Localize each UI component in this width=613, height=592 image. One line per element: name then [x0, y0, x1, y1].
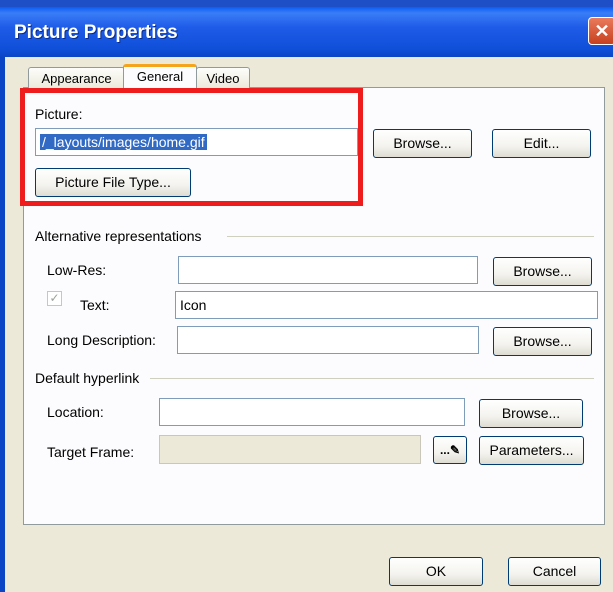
close-button[interactable]: ✕: [588, 17, 613, 45]
title-bar: Picture Properties: [0, 7, 613, 57]
window-title: Picture Properties: [14, 22, 178, 43]
long-description-label: Long Description:: [47, 332, 156, 348]
location-field[interactable]: [159, 398, 465, 426]
text-field[interactable]: Icon: [175, 291, 598, 319]
text-checkbox[interactable]: ✓: [47, 291, 62, 306]
tab-video[interactable]: Video: [196, 67, 250, 89]
picture-edit-button[interactable]: Edit...: [492, 129, 591, 158]
lowres-label: Low-Res:: [47, 262, 107, 278]
target-frame-field[interactable]: [159, 435, 421, 464]
background-window-strip: [0, 0, 613, 7]
tab-general[interactable]: General: [123, 64, 197, 88]
pencil-icon: ...✎: [439, 443, 461, 457]
alternative-section-divider: [227, 236, 594, 237]
cancel-button[interactable]: Cancel: [508, 557, 601, 586]
location-browse-button[interactable]: Browse...: [479, 399, 583, 428]
lowres-browse-button[interactable]: Browse...: [493, 257, 592, 286]
alternative-section-label: Alternative representations: [35, 228, 202, 244]
window-frame-left: [0, 57, 5, 592]
lowres-field[interactable]: [178, 256, 478, 284]
target-frame-picker-button[interactable]: ...✎: [433, 436, 467, 464]
parameters-button[interactable]: Parameters...: [479, 436, 584, 465]
location-label: Location:: [47, 404, 104, 420]
hyperlink-section-label: Default hyperlink: [35, 370, 140, 386]
long-description-field[interactable]: [177, 326, 479, 354]
hyperlink-section-divider: [150, 378, 594, 379]
target-frame-label: Target Frame:: [47, 444, 135, 460]
check-icon: ✓: [49, 291, 60, 305]
ok-button[interactable]: OK: [389, 557, 483, 586]
tab-appearance[interactable]: Appearance: [28, 67, 125, 89]
text-label: Text:: [80, 297, 110, 313]
close-icon: ✕: [594, 21, 610, 41]
long-description-browse-button[interactable]: Browse...: [493, 327, 592, 356]
picture-browse-button[interactable]: Browse...: [373, 129, 472, 158]
red-highlight-box: [20, 88, 363, 206]
